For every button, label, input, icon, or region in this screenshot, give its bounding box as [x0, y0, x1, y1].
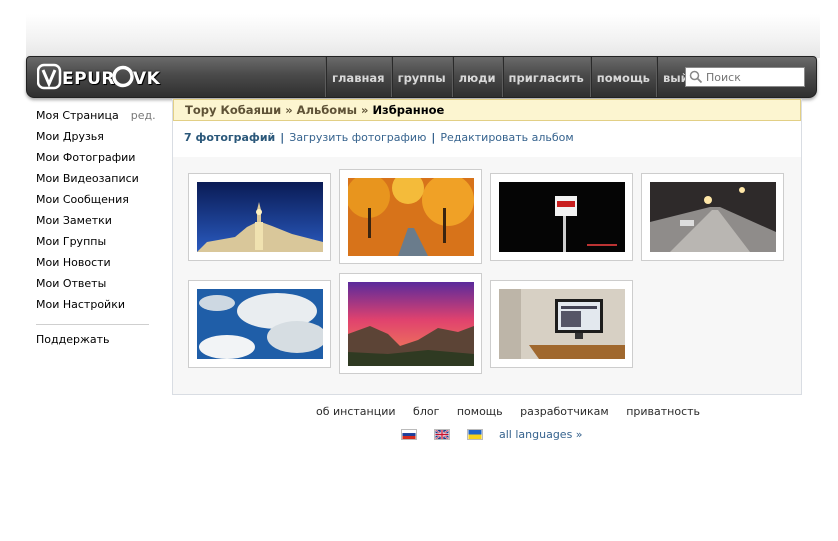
- breadcrumb: Тору Кобаяши » Альбомы » Избранное: [173, 99, 801, 121]
- sidebar-item-my-page-link[interactable]: Моя Страница: [36, 109, 119, 122]
- all-languages-link[interactable]: all languages »: [499, 428, 583, 441]
- top-shadow: [26, 14, 820, 58]
- photo-valley-sunset: [348, 282, 474, 366]
- sidebar-item-friends[interactable]: Мои Друзья: [36, 129, 150, 150]
- photo-thumb-clouds-sky[interactable]: [188, 280, 331, 368]
- left-sidebar: Моя Страница ред. Мои Друзья Мои Фотограф…: [36, 108, 156, 353]
- search-icon: [689, 70, 703, 84]
- top-header: EPUR VK главная группы люди пригласить п…: [26, 56, 817, 98]
- photo-thumb-building-night[interactable]: [188, 173, 331, 261]
- breadcrumb-user[interactable]: Тору Кобаяши: [185, 103, 281, 117]
- sidebar-item-photos[interactable]: Мои Фотографии: [36, 150, 150, 171]
- language-flags: all languages »: [401, 428, 583, 441]
- logo-graphic: EPUR VK: [37, 63, 161, 90]
- uk-flag-icon[interactable]: [434, 429, 450, 440]
- photo-autumn-road: [348, 178, 474, 256]
- photo-building-night: [197, 182, 323, 252]
- photo-clouds-sky: [197, 289, 323, 359]
- photo-office-monitor: [499, 289, 625, 359]
- sidebar-item-videos[interactable]: Мои Видеозаписи: [36, 171, 150, 192]
- footer-help[interactable]: помощь: [457, 405, 503, 418]
- sidebar-item-news[interactable]: Мои Новости: [36, 255, 150, 276]
- sidebar-item-answers[interactable]: Мои Ответы: [36, 276, 150, 297]
- nav-invite[interactable]: пригласить: [501, 57, 590, 97]
- photo-thumb-autumn-road[interactable]: [339, 169, 482, 264]
- photo-sign-night: [499, 182, 625, 252]
- photo-count[interactable]: 7 фотографий: [184, 131, 275, 144]
- sidebar-item-messages[interactable]: Мои Сообщения: [36, 192, 150, 213]
- sidebar-edit-link[interactable]: ред.: [131, 109, 156, 122]
- photo-thumb-snowy-street[interactable]: [641, 173, 784, 261]
- sidebar-item-settings[interactable]: Мои Настройки: [36, 297, 150, 318]
- main-nav: главная группы люди пригласить помощь вы…: [325, 57, 709, 97]
- footer-developers[interactable]: разработчикам: [520, 405, 609, 418]
- nav-help[interactable]: помощь: [589, 57, 656, 97]
- photo-thumb-office-monitor[interactable]: [490, 280, 633, 368]
- sidebar-item-my-page: Моя Страница ред.: [36, 108, 156, 129]
- breadcrumb-sep: »: [357, 103, 373, 117]
- sidebar-item-notes[interactable]: Мои Заметки: [36, 213, 150, 234]
- photo-thumb-valley-sunset[interactable]: [339, 273, 482, 374]
- edit-album-link[interactable]: Редактировать альбом: [440, 131, 573, 144]
- footer-blog[interactable]: блог: [413, 405, 439, 418]
- separator: |: [431, 131, 436, 144]
- album-actions: 7 фотографий | Загрузить фотографию | Редакт…: [173, 121, 801, 157]
- sidebar-divider: [36, 324, 149, 325]
- footer-privacy[interactable]: приватность: [626, 405, 700, 418]
- svg-text:VK: VK: [133, 69, 161, 89]
- photo-snowy-street: [650, 182, 776, 252]
- sidebar-item-support[interactable]: Поддержать: [36, 332, 150, 353]
- search-input[interactable]: [703, 68, 799, 86]
- search-box: [685, 67, 805, 87]
- upload-photo-link[interactable]: Загрузить фотографию: [289, 131, 426, 144]
- breadcrumb-albums[interactable]: Альбомы: [297, 103, 357, 117]
- nav-people[interactable]: люди: [451, 57, 502, 97]
- breadcrumb-current: Избранное: [372, 103, 445, 117]
- breadcrumb-sep: »: [281, 103, 297, 117]
- site-logo[interactable]: EPUR VK: [37, 63, 165, 90]
- footer-links: об инстанции блог помощь разработчикам п…: [316, 405, 714, 418]
- nav-home[interactable]: главная: [325, 57, 391, 97]
- photo-thumb-sign-night[interactable]: [490, 173, 633, 261]
- footer-about[interactable]: об инстанции: [316, 405, 396, 418]
- sidebar-item-groups[interactable]: Мои Группы: [36, 234, 150, 255]
- russian-flag-icon[interactable]: [401, 429, 417, 440]
- nav-groups[interactable]: группы: [390, 57, 452, 97]
- svg-text:EPUR: EPUR: [62, 69, 115, 89]
- ukraine-flag-icon[interactable]: [467, 429, 483, 440]
- separator: |: [280, 131, 285, 144]
